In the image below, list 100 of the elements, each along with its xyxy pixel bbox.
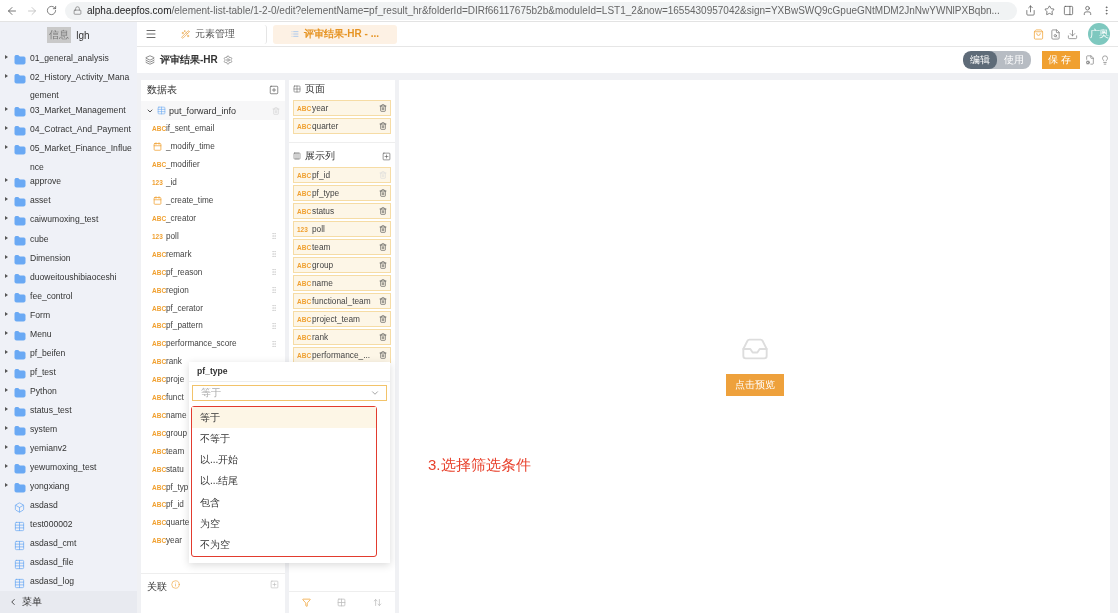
- tree-item[interactable]: asdasd_cmt: [0, 534, 137, 554]
- expand-caret-icon[interactable]: [5, 145, 8, 150]
- table-icon: [14, 578, 25, 590]
- expand-caret-icon[interactable]: [5, 74, 8, 79]
- option-item[interactable]: 包含: [192, 492, 376, 514]
- tree-item[interactable]: asset: [0, 191, 137, 211]
- expand-caret-icon[interactable]: [5, 273, 8, 278]
- delete-icon[interactable]: [379, 297, 387, 305]
- folder-icon: [14, 386, 26, 399]
- drag-handle-icon[interactable]: [270, 232, 278, 241]
- field-item[interactable]: _create_time: [141, 191, 285, 210]
- expand-caret-icon[interactable]: [5, 444, 8, 449]
- address-bar[interactable]: alpha.deepfos.com/element-list-table/1-2-0/edit?elementName=pf_result_hr&folderId=DIRf66117675b2b&moduleId=LST1_2&now=1655430957042&sign=YXBwSWQ9cGpueGNtMDM2JnNwYWNlPXBqbn...: [65, 1, 1017, 20]
- tab[interactable]: 元素管理: [163, 24, 267, 44]
- grid-icon: [293, 85, 301, 93]
- option-item[interactable]: 不等于: [192, 428, 376, 450]
- tree-item[interactable]: Python: [0, 381, 137, 401]
- expand-caret-icon[interactable]: [5, 406, 8, 411]
- tree-item[interactable]: cube: [0, 229, 137, 249]
- field-name: pf_type: [312, 188, 341, 198]
- user-badge: 信息: [47, 27, 72, 43]
- folder-icon: [14, 196, 26, 209]
- expand-caret-icon[interactable]: [5, 425, 8, 430]
- tree-item[interactable]: 02_History_Activity_Management: [0, 68, 137, 102]
- tree-item[interactable]: yewumoxing_test: [0, 457, 137, 477]
- panel-title: 数据表: [147, 82, 177, 97]
- expand-caret-icon[interactable]: [5, 254, 8, 259]
- tree-item[interactable]: Menu: [0, 324, 137, 344]
- expand-caret-icon[interactable]: [5, 482, 8, 487]
- tree-item[interactable]: 03_Market_Management: [0, 101, 137, 121]
- expand-caret-icon[interactable]: [5, 197, 8, 202]
- menu-toggle[interactable]: 菜单: [0, 591, 137, 613]
- delete-icon: [272, 106, 280, 115]
- expand-caret-icon[interactable]: [5, 292, 8, 297]
- field-item[interactable]: _modify_time: [141, 137, 285, 156]
- option-item[interactable]: 以...开始: [192, 449, 376, 471]
- option-item[interactable]: 等于: [192, 406, 376, 429]
- user-name: lgh: [76, 29, 90, 41]
- expand-caret-icon[interactable]: [5, 368, 8, 373]
- delete-icon[interactable]: [379, 207, 387, 215]
- delete-icon[interactable]: [379, 351, 387, 359]
- option-item[interactable]: 以...结尾: [192, 470, 376, 493]
- tree-item[interactable]: test000002: [0, 514, 137, 534]
- delete-icon[interactable]: [379, 315, 387, 323]
- folder-icon: [14, 125, 26, 138]
- option-item[interactable]: 为空: [192, 513, 376, 535]
- tree-item[interactable]: Form: [0, 305, 137, 325]
- drag-handle-icon[interactable]: [270, 321, 278, 330]
- tree-item[interactable]: caiwumoxing_test: [0, 210, 137, 230]
- tree-item[interactable]: yemianv2: [0, 438, 137, 458]
- tree-item[interactable]: Dimension: [0, 248, 137, 268]
- tree-item[interactable]: fee_control: [0, 286, 137, 306]
- folder-icon: [14, 291, 26, 304]
- tree-item[interactable]: pf_beifen: [0, 343, 137, 363]
- option-item[interactable]: 不为空: [192, 534, 376, 556]
- field-name: performance_...: [312, 350, 372, 360]
- tree-item[interactable]: system: [0, 419, 137, 439]
- expand-caret-icon[interactable]: [5, 178, 8, 183]
- delete-icon[interactable]: [379, 261, 387, 269]
- tree-item[interactable]: yongxiang: [0, 476, 137, 496]
- tree-item[interactable]: approve: [0, 172, 137, 192]
- expand-caret-icon[interactable]: [5, 463, 8, 468]
- tree-item[interactable]: asdasd_log: [0, 572, 137, 591]
- expand-caret-icon[interactable]: [5, 235, 8, 240]
- folder-icon: [14, 106, 26, 119]
- drag-handle-icon[interactable]: [270, 286, 278, 295]
- delete-icon[interactable]: [379, 189, 387, 197]
- expand-caret-icon[interactable]: [5, 387, 8, 392]
- expand-caret-icon[interactable]: [5, 107, 8, 112]
- delete-icon[interactable]: [379, 333, 387, 341]
- expand-caret-icon[interactable]: [5, 216, 8, 221]
- drag-handle-icon[interactable]: [270, 250, 278, 259]
- expand-caret-icon[interactable]: [5, 349, 8, 354]
- field-name: team: [312, 242, 332, 252]
- expand-caret-icon[interactable]: [5, 311, 8, 316]
- tree-item[interactable]: pf_test: [0, 362, 137, 382]
- mode-toggle[interactable]: 编辑: [963, 51, 997, 69]
- delete-icon[interactable]: [379, 279, 387, 287]
- expand-caret-icon[interactable]: [5, 126, 8, 131]
- table-icon: [14, 520, 25, 532]
- tree-item[interactable]: status_test: [0, 400, 137, 420]
- calendar-icon: [152, 196, 163, 206]
- tree-item[interactable]: asdasd: [0, 495, 137, 515]
- drag-handle-icon[interactable]: [270, 304, 278, 312]
- tree-item[interactable]: asdasd_file: [0, 553, 137, 573]
- folder-icon: [14, 443, 26, 456]
- side-panel-icon: [1063, 5, 1074, 16]
- expand-caret-icon[interactable]: [5, 55, 8, 59]
- delete-icon[interactable]: [379, 225, 387, 233]
- delete-icon[interactable]: [379, 122, 387, 130]
- table-node[interactable]: put_forward_info: [141, 101, 285, 120]
- delete-icon[interactable]: [379, 243, 387, 251]
- tree-item[interactable]: 04_Cotract_And_Payment: [0, 120, 137, 140]
- document-icon: [1050, 28, 1061, 40]
- tree-item[interactable]: 01_general_analysis: [0, 49, 137, 69]
- expand-caret-icon[interactable]: [5, 330, 8, 335]
- drag-handle-icon[interactable]: [270, 268, 278, 277]
- drag-handle-icon[interactable]: [270, 339, 278, 348]
- delete-icon[interactable]: [379, 104, 387, 112]
- tree-item[interactable]: duoweitoushibiaoceshi: [0, 267, 137, 287]
